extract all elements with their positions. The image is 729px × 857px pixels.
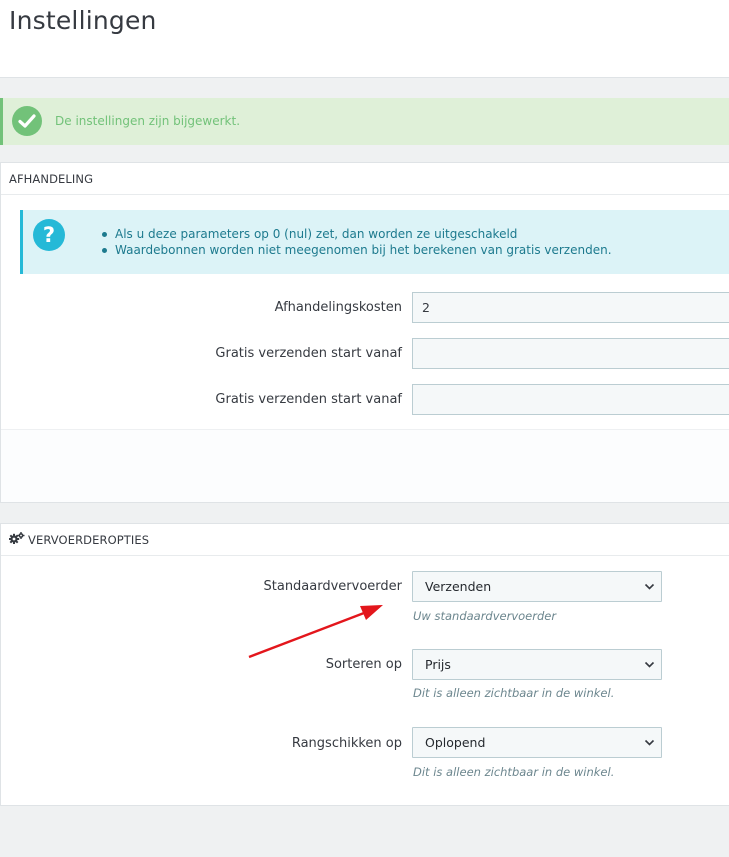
sort-by-help: Dit is alleen zichtbaar in de winkel. xyxy=(413,686,615,700)
sort-by-select[interactable]: Prijs xyxy=(412,649,662,680)
order-by-select[interactable]: Oplopend xyxy=(412,727,662,758)
handling-cost-label: Afhandelingskosten xyxy=(274,300,402,315)
carrier-panel: Vervoerderopties Standaardvervoerder Ver… xyxy=(0,523,729,806)
default-carrier-select[interactable]: Verzenden xyxy=(412,571,662,602)
info-item: Waardebonnen worden niet meegenomen bij … xyxy=(102,243,612,257)
default-carrier-label: Standaardvervoerder xyxy=(263,579,403,594)
free-shipping-weight-label: Gratis verzenden start vanaf xyxy=(215,392,402,407)
handling-panel: Afhandeling ? Als u deze parameters op 0… xyxy=(0,162,729,503)
page-title: Instellingen xyxy=(9,6,157,35)
free-shipping-weight-input[interactable] xyxy=(412,384,729,415)
carrier-panel-heading: Vervoerderopties xyxy=(1,524,729,556)
chevron-down-icon xyxy=(644,661,655,668)
order-by-value: Oplopend xyxy=(425,735,486,750)
handling-panel-footer xyxy=(1,429,729,502)
info-list: Als u deze parameters op 0 (nul) zet, da… xyxy=(102,226,612,258)
success-message: De instellingen zijn bijgewerkt. xyxy=(55,114,241,128)
default-carrier-value: Verzenden xyxy=(425,579,492,594)
default-carrier-help: Uw standaardvervoerder xyxy=(413,609,557,623)
order-by-label: Rangschikken op xyxy=(291,736,402,751)
check-icon xyxy=(12,106,42,136)
sort-by-label: Sorteren op xyxy=(325,657,402,672)
cogs-icon xyxy=(8,524,25,556)
info-item: Als u deze parameters op 0 (nul) zet, da… xyxy=(102,226,612,242)
carrier-panel-title: Vervoerderopties xyxy=(28,532,150,547)
chevron-down-icon xyxy=(644,739,655,746)
sort-by-value: Prijs xyxy=(425,657,451,672)
handling-panel-heading: Afhandeling xyxy=(1,163,729,195)
question-icon: ? xyxy=(33,219,65,251)
order-by-help: Dit is alleen zichtbaar in de winkel. xyxy=(413,765,615,779)
chevron-down-icon xyxy=(644,583,655,590)
handling-panel-title: Afhandeling xyxy=(9,171,94,186)
success-alert: De instellingen zijn bijgewerkt. xyxy=(0,98,729,145)
free-shipping-price-input[interactable] xyxy=(412,338,729,369)
info-alert: ? Als u deze parameters op 0 (nul) zet, … xyxy=(20,210,729,274)
free-shipping-price-label: Gratis verzenden start vanaf xyxy=(215,346,402,361)
handling-cost-input[interactable]: 2 xyxy=(412,292,729,323)
